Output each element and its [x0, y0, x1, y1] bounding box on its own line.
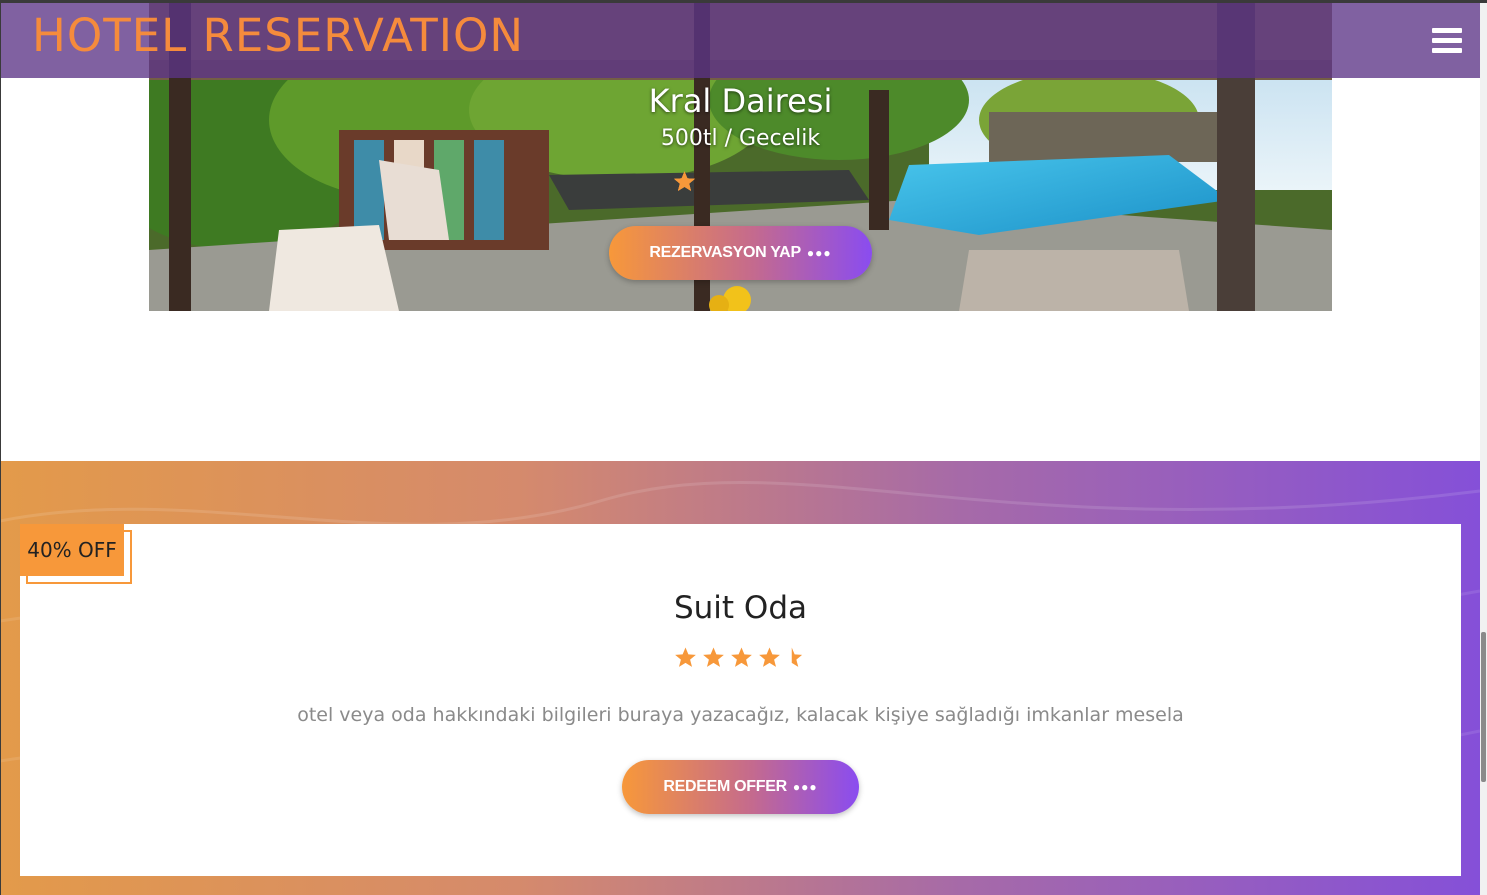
reservation-button-label: REZERVASYON YAP — [649, 244, 801, 261]
discount-badge: 40% OFF — [20, 524, 124, 576]
redeem-offer-button[interactable]: REDEEM OFFER ●●● — [622, 760, 859, 814]
star-icon — [674, 171, 695, 191]
featured-room-title: Kral Dairesi — [648, 82, 833, 120]
featured-room-price: 500tl / Gecelik — [660, 126, 821, 151]
offer-room-title: Suit Oda — [673, 590, 808, 626]
window-top-border — [0, 0, 1487, 3]
page-scrollbar[interactable] — [1480, 0, 1487, 895]
star-icon — [675, 647, 696, 667]
site-logo[interactable]: HOTEL RESERVATION — [32, 9, 524, 62]
scrollbar-thumb[interactable] — [1481, 632, 1486, 782]
offer-card — [20, 524, 1461, 876]
site-header: HOTEL RESERVATION — [0, 3, 1480, 78]
reservation-button[interactable]: REZERVASYON YAP ●●● — [609, 226, 872, 280]
dots-icon: ●●● — [806, 246, 832, 260]
offer-rating — [674, 646, 809, 669]
window-left-border — [0, 0, 1, 895]
hamburger-menu-icon[interactable] — [1432, 28, 1462, 54]
star-icon — [703, 647, 724, 667]
redeem-offer-button-label: REDEEM OFFER — [663, 778, 787, 795]
dots-icon: ●●● — [792, 780, 818, 794]
star-half-icon — [791, 647, 803, 667]
star-icon — [731, 647, 752, 667]
offer-description: otel veya oda hakkındaki bilgileri buray… — [297, 704, 1184, 726]
star-icon — [759, 647, 780, 667]
